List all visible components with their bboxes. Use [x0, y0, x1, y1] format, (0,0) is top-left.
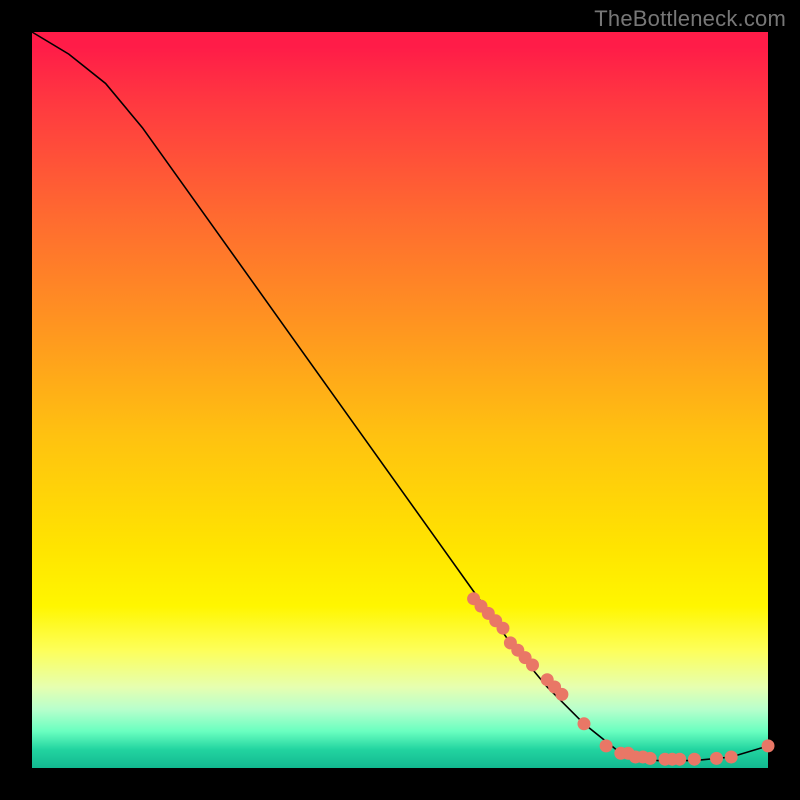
- marker-dot: [710, 752, 723, 765]
- marker-dot: [497, 622, 510, 635]
- marker-dot: [526, 659, 539, 672]
- marker-dot: [578, 717, 591, 730]
- marker-dot: [644, 752, 657, 765]
- marker-dot: [725, 751, 738, 764]
- chart-overlay: [32, 32, 768, 768]
- watermark: TheBottleneck.com: [594, 6, 786, 32]
- marker-dot: [762, 739, 775, 752]
- marker-dot: [600, 739, 613, 752]
- marker-group: [467, 592, 774, 766]
- marker-dot: [555, 688, 568, 701]
- marker-dot: [688, 753, 701, 766]
- curve-line: [32, 32, 768, 761]
- marker-dot: [673, 753, 686, 766]
